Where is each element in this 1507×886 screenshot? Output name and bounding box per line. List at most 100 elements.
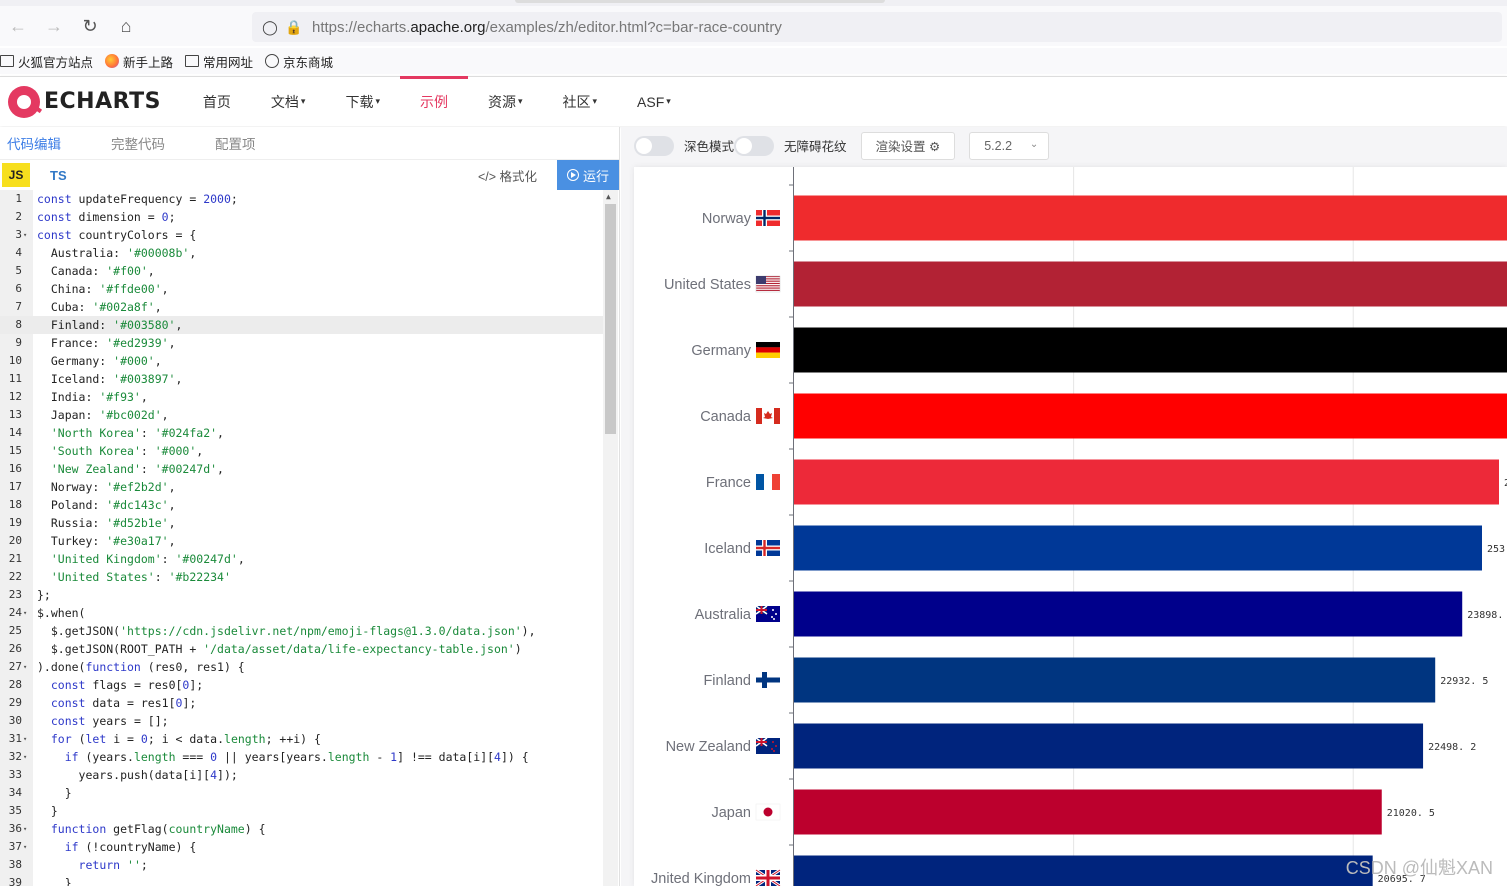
line-number: 10: [8, 354, 22, 367]
code-editor[interactable]: 1 const updateFrequency = 2000; 2 const dim…: [0, 190, 618, 886]
code-text: Turkey: '#e30a17',: [37, 534, 176, 548]
code-line[interactable]: 26 $.getJSON(ROOT_PATH + '/data/asset/da…: [0, 640, 604, 658]
menu-item-5[interactable]: 社区 ▾: [543, 77, 618, 127]
tab-full-code[interactable]: 完整代码: [103, 127, 185, 160]
code-line[interactable]: 2 const dimension = 0;: [0, 208, 604, 226]
fold-arrow-icon[interactable]: ▾: [23, 838, 27, 856]
code-line[interactable]: 12 India: '#f93',: [0, 388, 604, 406]
bar-value-label: 22498. 2: [1428, 742, 1476, 753]
code-text: Canada: '#f00',: [37, 264, 155, 278]
code-line[interactable]: 35 }: [0, 802, 604, 820]
forward-arrow-icon[interactable]: →: [36, 10, 72, 42]
code-line[interactable]: 20 Turkey: '#e30a17',: [0, 532, 604, 550]
bookmark-firefox-site[interactable]: 火狐官方站点: [0, 52, 93, 71]
code-line[interactable]: 9 France: '#ed2939',: [0, 334, 604, 352]
run-button[interactable]: 运行: [557, 160, 619, 190]
bookmark-common-sites[interactable]: 常用网址: [185, 52, 253, 71]
code-line[interactable]: 34 }: [0, 784, 604, 802]
code-text: $.getJSON(ROOT_PATH + '/data/asset/data/…: [37, 642, 522, 656]
code-line[interactable]: 19 Russia: '#d52b1e',: [0, 514, 604, 532]
code-line[interactable]: 28 const flags = res0[0];: [0, 676, 604, 694]
format-button[interactable]: </> 格式化: [478, 166, 537, 185]
dark-mode-toggle[interactable]: [634, 135, 674, 156]
line-number: 39: [8, 876, 22, 886]
aria-pattern-toggle[interactable]: [734, 135, 775, 156]
code-line[interactable]: 18 Poland: '#dc143c',: [0, 496, 604, 514]
menu-item-label: 社区: [562, 93, 591, 110]
watermark: CSDN @仙魁XAN: [1345, 858, 1493, 878]
fold-arrow-icon[interactable]: ▾: [23, 658, 27, 676]
lang-js-button[interactable]: JS: [2, 163, 30, 187]
code-line[interactable]: 21 'United Kingdom': '#00247d',: [0, 550, 604, 568]
back-arrow-icon[interactable]: ←: [0, 10, 36, 42]
fold-arrow-icon[interactable]: ▾: [23, 820, 27, 838]
code-line[interactable]: 31 ▾ for (let i = 0; i < data.length; ++i…: [0, 730, 604, 748]
editor-scrollbar[interactable]: ▲: [603, 190, 618, 886]
menu-item-2[interactable]: 下载 ▾: [325, 77, 400, 127]
code-text: Germany: '#000',: [37, 354, 162, 368]
code-line[interactable]: 1 const updateFrequency = 2000;: [0, 190, 604, 208]
code-line[interactable]: 14 'North Korea': '#024fa2',: [0, 424, 604, 442]
bar-finland: [794, 657, 1436, 703]
line-number: 23: [8, 588, 22, 601]
echarts-logo[interactable]: ECHARTS: [8, 85, 161, 118]
code-line[interactable]: 11 Iceland: '#003897',: [0, 370, 604, 388]
code-line[interactable]: 22 'United States': '#b22234': [0, 568, 604, 586]
flag-icon-canada: [756, 408, 780, 424]
fold-arrow-icon[interactable]: ▾: [23, 226, 27, 244]
code-line[interactable]: 16 'New Zealand': '#00247d',: [0, 460, 604, 478]
version-select[interactable]: 5.2.2 ⌄: [969, 131, 1050, 160]
code-line[interactable]: 33 years.push(data[i][4]);: [0, 766, 604, 784]
render-settings-button[interactable]: 渲染设置 ⚙: [860, 131, 956, 160]
shield-icon[interactable]: ◯: [258, 19, 282, 36]
code-line[interactable]: 15 'South Korea': '#000',: [0, 442, 604, 460]
bar-germany: [794, 327, 1507, 373]
preview-toolbar: 深色模式 无障碍花纹 渲染设置 ⚙ 5.2.2 ⌄: [621, 127, 1507, 164]
code-line[interactable]: 23};: [0, 586, 604, 604]
code-line[interactable]: 24 ▾ $.when(: [0, 604, 604, 622]
line-number: 1: [15, 192, 22, 205]
menu-item-6[interactable]: ASF ▾: [617, 77, 691, 127]
code-line[interactable]: 10 Germany: '#000',: [0, 352, 604, 370]
bookmark-jd[interactable]: 京东商城: [265, 52, 333, 71]
active-tab-edge[interactable]: [515, 0, 885, 3]
code-line[interactable]: 13 Japan: '#bc002d',: [0, 406, 604, 424]
scroll-up-icon[interactable]: ▲: [606, 192, 611, 201]
tab-code-edit[interactable]: 代码编辑: [0, 127, 81, 160]
code-line[interactable]: 38 return '';: [0, 856, 604, 874]
code-line[interactable]: 27 ▾).done(function (res0, res1) {: [0, 658, 604, 676]
menu-item-0[interactable]: 首页: [183, 77, 251, 127]
bookmark-getting-started[interactable]: 新手上路: [105, 52, 173, 71]
tab-options[interactable]: 配置项: [207, 127, 276, 160]
fold-arrow-icon[interactable]: ▾: [23, 604, 27, 622]
scrollbar-thumb[interactable]: [605, 204, 616, 434]
code-line[interactable]: 32 ▾ if (years.length === 0 || years[year…: [0, 748, 604, 766]
code-line[interactable]: 5 Canada: '#f00',: [0, 262, 604, 280]
code-line[interactable]: 36 ▾ function getFlag(countryName) {: [0, 820, 604, 838]
fold-arrow-icon[interactable]: ▾: [23, 730, 27, 748]
url-text[interactable]: https://echarts.apache.org/examples/zh/e…: [312, 19, 782, 36]
code-line[interactable]: 3 ▾ const countryColors = {: [0, 226, 604, 244]
menu-item-4[interactable]: 资源 ▾: [468, 77, 543, 127]
menu-item-3[interactable]: 示例: [399, 75, 468, 127]
code-line[interactable]: 6 China: '#ffde00',: [0, 280, 604, 298]
code-line[interactable]: 17 Norway: '#ef2b2d',: [0, 478, 604, 496]
code-line[interactable]: 30 const years = [];: [0, 712, 604, 730]
address-bar[interactable]: ◯ 🔒 https://echarts.apache.org/examples/…: [252, 12, 1502, 42]
code-line[interactable]: 29 const data = res1[0];: [0, 694, 604, 712]
menu-item-1[interactable]: 文档 ▾: [251, 77, 326, 127]
reload-icon[interactable]: ↻: [72, 10, 108, 42]
lock-icon[interactable]: 🔒: [282, 19, 306, 36]
bookmarks-bar: 火狐官方站点 新手上路 常用网址 京东商城: [0, 48, 1507, 74]
code-line[interactable]: 39 }: [0, 874, 604, 886]
code-line[interactable]: 25 $.getJSON('https://cdn.jsdelivr.net/n…: [0, 622, 604, 640]
code-line[interactable]: 37 ▾ if (!countryName) {: [0, 838, 604, 856]
code-line[interactable]: 7 Cuba: '#002a8f',: [0, 298, 604, 316]
code-text: const years = [];: [50, 714, 169, 728]
code-line[interactable]: 4 Australia: '#00008b',: [0, 244, 604, 262]
code-line[interactable]: 8 Finland: '#003580',: [0, 316, 604, 334]
home-icon[interactable]: ⌂: [108, 10, 144, 42]
fold-arrow-icon[interactable]: ▾: [23, 748, 27, 766]
lang-ts-button[interactable]: TS: [50, 168, 67, 183]
bar-jnited-kingdom: [794, 855, 1373, 886]
